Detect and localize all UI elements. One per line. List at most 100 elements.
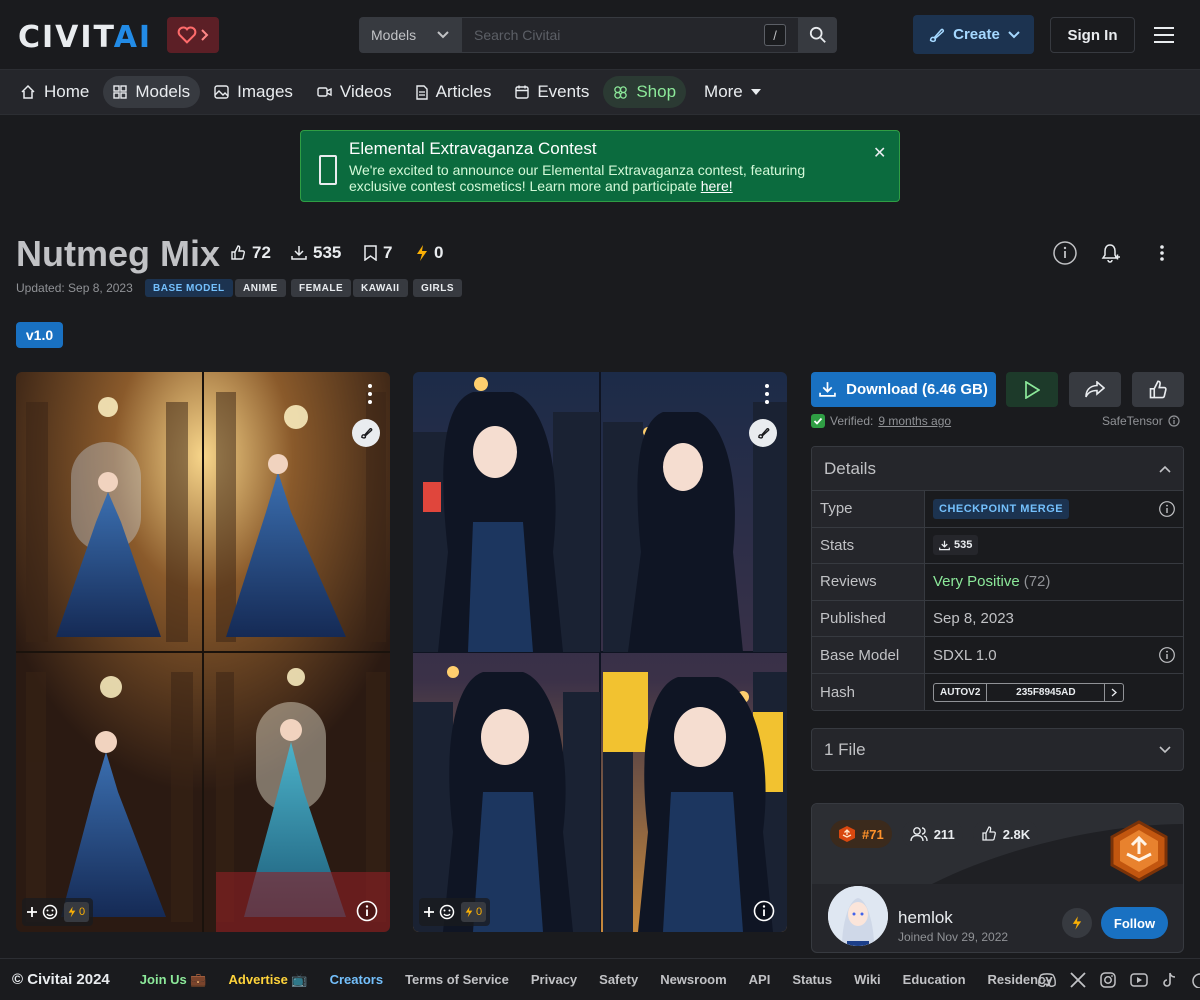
civitai-logo[interactable]: CIVITAI	[18, 20, 152, 55]
footer-link-newsroom[interactable]: Newsroom	[660, 972, 726, 987]
sign-in-button[interactable]: Sign In	[1050, 17, 1135, 53]
add-reaction-icon[interactable]	[26, 904, 60, 920]
rank-emblem-icon	[1110, 820, 1168, 882]
like-button[interactable]	[1132, 372, 1184, 407]
nav-shop-label: Shop	[636, 82, 677, 101]
footer-link-safety[interactable]: Safety	[599, 972, 638, 987]
info-icon[interactable]	[1168, 415, 1180, 427]
thumb-up-icon	[982, 826, 996, 841]
details-header[interactable]: Details	[812, 447, 1183, 491]
verified-time-link[interactable]: 9 months ago	[878, 414, 951, 428]
footer-link-wiki[interactable]: Wiki	[854, 972, 881, 987]
create-button[interactable]: Create	[913, 15, 1034, 54]
tag-girls[interactable]: GIRLS	[413, 279, 463, 297]
nav-articles[interactable]: Articles	[406, 76, 502, 108]
hash-copy-widget[interactable]: AUTOV2 235F8945AD	[933, 682, 1125, 702]
remix-button[interactable]	[749, 419, 777, 447]
reddit-icon[interactable]	[1190, 972, 1200, 988]
hash-label: Hash	[812, 673, 925, 710]
support-heart-button[interactable]	[167, 17, 219, 53]
main-nav: Home Models Images Videos Articles Event…	[0, 70, 1200, 115]
published-date: Sep 8, 2023	[933, 610, 1014, 628]
nav-shop[interactable]: Shop	[603, 76, 687, 108]
dots-vertical-icon[interactable]	[757, 382, 777, 406]
discord-icon[interactable]	[1038, 973, 1056, 987]
menu-icon[interactable]	[1154, 26, 1174, 44]
creator-name[interactable]: hemlok	[898, 908, 953, 928]
files-accordion[interactable]: 1 File	[811, 728, 1184, 771]
run-button[interactable]	[1006, 372, 1058, 407]
footer-link-join-us[interactable]: Join Us 💼	[140, 972, 207, 988]
nav-home[interactable]: Home	[10, 76, 99, 108]
footer-link-privacy[interactable]: Privacy	[531, 972, 577, 987]
gallery-image-card[interactable]: 0	[413, 372, 787, 932]
banner-body: We're excited to announce our Elemental …	[349, 162, 806, 194]
tiktok-icon[interactable]	[1162, 972, 1176, 988]
youtube-icon[interactable]	[1130, 973, 1148, 987]
reaction-bar: 0	[419, 898, 491, 926]
calendar-icon	[515, 85, 530, 99]
footer-link-advertise[interactable]: Advertise 📺	[229, 972, 308, 988]
add-reaction-icon[interactable]	[423, 904, 457, 920]
tag-kawaii[interactable]: KAWAII	[353, 279, 408, 297]
search-scope-select[interactable]: Models	[359, 17, 461, 53]
downloads-count: 535	[313, 243, 342, 262]
downloads-stat: 535	[291, 243, 341, 263]
gallery-image-card[interactable]: 0	[16, 372, 390, 932]
reviews-label: Reviews	[812, 564, 925, 600]
info-icon[interactable]	[1159, 647, 1175, 664]
footer-link-api[interactable]: API	[749, 972, 771, 987]
bolt-icon	[68, 906, 76, 918]
nav-more[interactable]: More	[694, 76, 771, 108]
grid-icon	[113, 85, 128, 99]
info-icon	[1053, 241, 1077, 265]
chevron-right-icon[interactable]	[1105, 684, 1123, 701]
instagram-icon[interactable]	[1100, 972, 1116, 988]
close-icon[interactable]: ✕	[873, 143, 886, 163]
x-twitter-icon[interactable]	[1070, 972, 1086, 988]
info-icon[interactable]	[753, 900, 775, 922]
tag-anime[interactable]: ANIME	[235, 279, 286, 297]
dots-vertical-icon[interactable]	[360, 382, 380, 406]
footer-link-education[interactable]: Education	[903, 972, 966, 987]
more-options-button[interactable]	[1149, 240, 1175, 266]
social-links	[1038, 959, 1200, 1000]
nav-videos[interactable]: Videos	[307, 76, 402, 108]
nav-events-label: Events	[537, 82, 590, 101]
nav-events[interactable]: Events	[505, 76, 599, 108]
nav-models[interactable]: Models	[103, 76, 201, 108]
search-button[interactable]	[799, 17, 837, 53]
notify-button[interactable]	[1097, 240, 1123, 266]
footer-link-status[interactable]: Status	[792, 972, 832, 987]
tip-buzz-button[interactable]: 0	[64, 902, 90, 922]
download-button[interactable]: Download (6.46 GB)	[811, 372, 996, 407]
version-tab[interactable]: v1.0	[16, 322, 63, 348]
base-model-tag[interactable]: BASE MODEL	[145, 279, 233, 297]
info-button[interactable]	[1052, 240, 1078, 266]
download-icon	[939, 540, 950, 551]
search-input[interactable]: Search Civitai /	[461, 17, 799, 53]
brush-icon	[361, 428, 373, 439]
ballroom-gowns-image	[16, 372, 390, 932]
file-icon	[415, 84, 428, 100]
creator-avatar[interactable]	[828, 886, 888, 946]
tag-female[interactable]: FEMALE	[291, 279, 352, 297]
reviews-sentiment-link[interactable]: Very Positive	[933, 573, 1020, 590]
footer-link-creators[interactable]: Creators	[330, 972, 383, 987]
share-button[interactable]	[1069, 372, 1121, 407]
remix-button[interactable]	[352, 419, 380, 447]
footer: © Civitai 2024 Join Us 💼 Advertise 📺 Cre…	[0, 958, 1200, 1000]
announcement-icon	[319, 155, 337, 185]
banner-link[interactable]: here!	[701, 178, 733, 194]
tip-creator-button[interactable]	[1062, 908, 1092, 938]
follow-button[interactable]: Follow	[1101, 907, 1168, 939]
file-format: SafeTensor	[1102, 414, 1180, 428]
info-icon[interactable]	[356, 900, 378, 922]
footer-link-terms[interactable]: Terms of Service	[405, 972, 509, 987]
tip-buzz-button[interactable]: 0	[461, 902, 487, 922]
banner-text: We're excited to announce our Elemental …	[349, 162, 849, 194]
chevron-down-icon	[437, 31, 449, 39]
download-label: Download (6.46 GB)	[846, 381, 988, 398]
nav-images[interactable]: Images	[204, 76, 303, 108]
info-icon[interactable]	[1159, 500, 1175, 517]
